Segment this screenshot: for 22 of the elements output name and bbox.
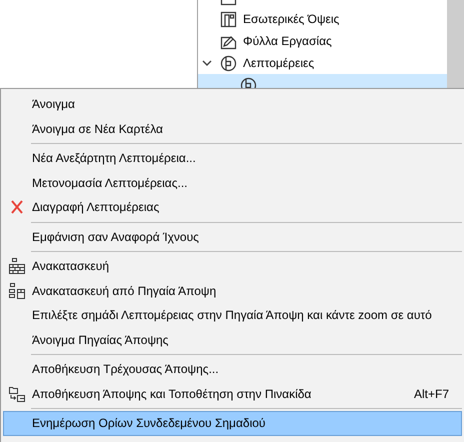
menu-item[interactable]: Ενημέρωση Ορίων Συνδεδεμένου Σημαδιού: [3, 411, 462, 436]
blocks-icon: [9, 282, 25, 299]
tree-item[interactable]: Φύλλα Εργασίας: [198, 30, 447, 52]
interior-view-icon: [220, 10, 237, 28]
menu-item[interactable]: Άνοιγμα σε Νέα Καρτέλα: [3, 116, 462, 141]
menu-item[interactable]: Αποθήκευση Άποψης και Τοποθέτηση στην Πινακίδα Alt+F7: [3, 382, 462, 406]
menu-item[interactable]: Επιλέξτε σημάδι Λεπτομέρειας στην Πηγαία Άποψη και κάντε zoom σε αυτό: [3, 303, 462, 328]
menu-item[interactable]: Ανακατασκευή από Πηγαία Άποψη: [3, 278, 462, 303]
detail-icon: [220, 54, 237, 72]
menu-item[interactable]: Μετονομασία Λεπτομέρειας...: [3, 170, 462, 195]
tree-item[interactable]: Εσωτερικές Όψεις: [198, 8, 447, 30]
menu-item[interactable]: Άνοιγμα Πηγαίας Άποψης: [3, 328, 462, 352]
menu-item[interactable]: Νέα Ανεξάρτητη Λεπτομέρεια...: [3, 146, 462, 170]
menu-item[interactable]: Διαγραφή Λεπτομέρειας: [3, 195, 462, 220]
close-icon: [9, 199, 25, 216]
folder-sheet-icon: [9, 386, 25, 402]
tree-item[interactable]: Λεπτομέρειες: [198, 52, 447, 74]
menu-item[interactable]: Ανακατασκευή: [3, 254, 462, 278]
brick-wall-icon: [9, 258, 25, 274]
menu-item[interactable]: Άνοιγμα: [3, 92, 462, 116]
menu-item[interactable]: Εμφάνιση σαν Αναφορά Ίχνους: [3, 224, 462, 249]
menu-item[interactable]: Αποθήκευση Τρέχουσας Άποψης...: [3, 357, 462, 382]
